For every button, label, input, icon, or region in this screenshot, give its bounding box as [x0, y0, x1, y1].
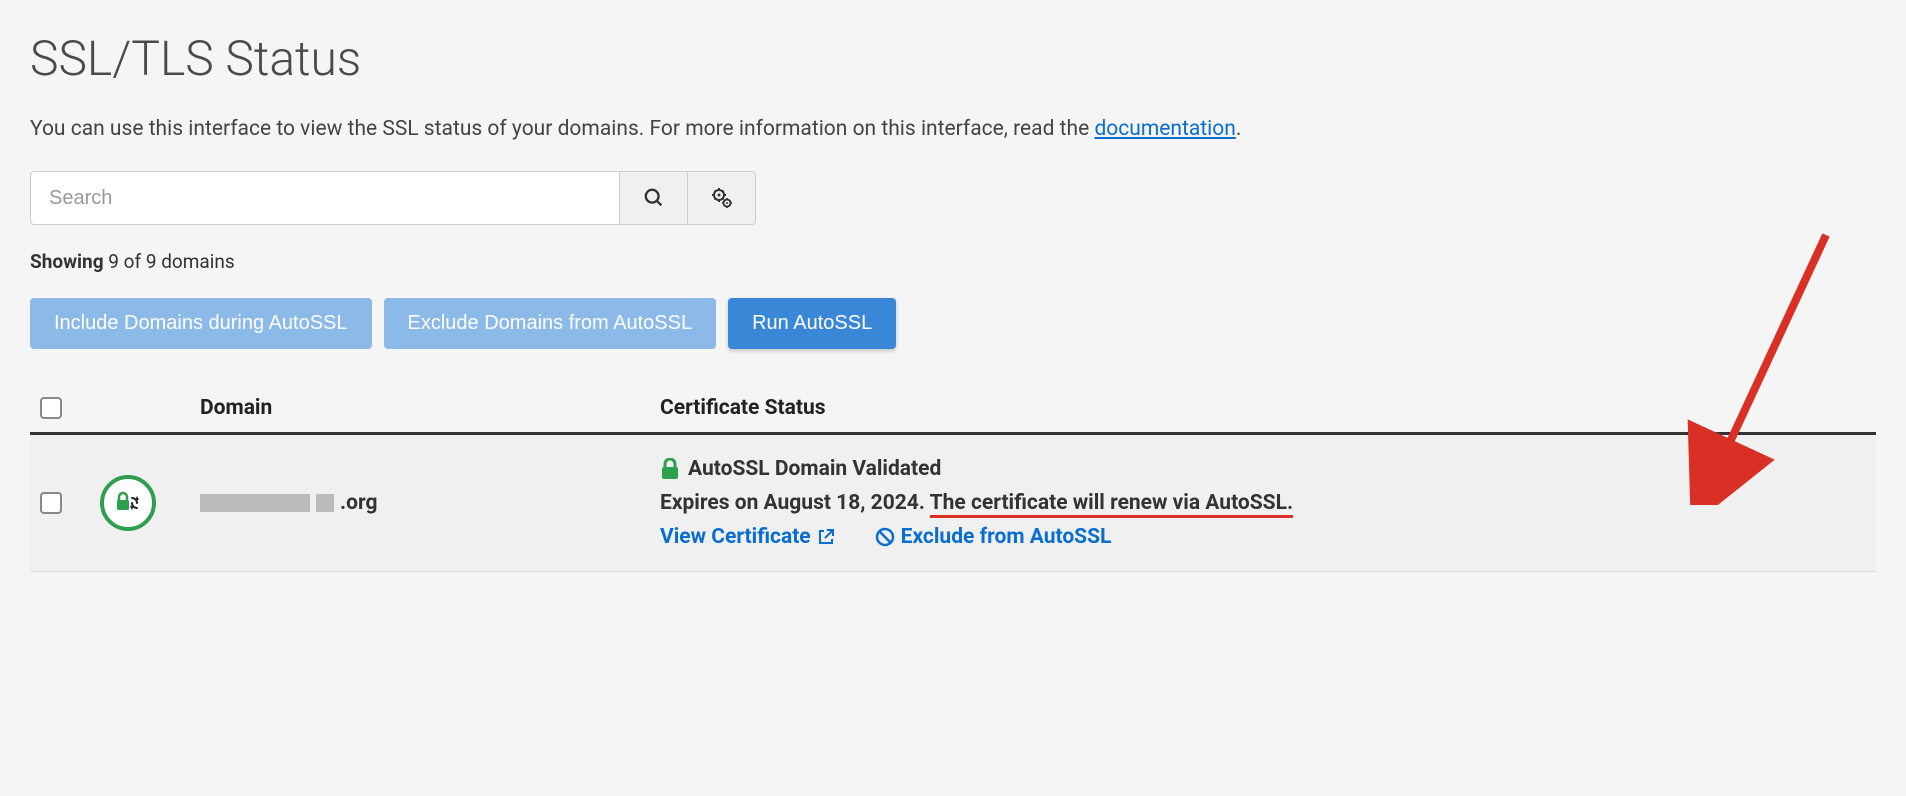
status-header: Certificate Status	[660, 396, 1866, 420]
table-header: Domain Certificate Status	[30, 384, 1876, 435]
include-domains-button[interactable]: Include Domains during AutoSSL	[30, 298, 372, 349]
redacted-domain-part	[200, 494, 310, 512]
prohibit-icon	[875, 527, 895, 547]
search-row	[30, 171, 1876, 225]
status-title: AutoSSL Domain Validated	[688, 457, 941, 481]
description-text: You can use this interface to view the S…	[30, 117, 1094, 141]
expires-text: Expires on August 18, 2024.	[660, 491, 930, 515]
redacted-domain-part	[316, 494, 334, 512]
button-row: Include Domains during AutoSSL Exclude D…	[30, 298, 1876, 349]
documentation-link[interactable]: documentation	[1094, 117, 1235, 141]
showing-text: Showing 9 of 9 domains	[30, 250, 1876, 273]
exclude-domains-button[interactable]: Exclude Domains from AutoSSL	[384, 298, 717, 349]
search-input[interactable]	[30, 171, 620, 225]
select-all-checkbox[interactable]	[40, 397, 62, 419]
search-button[interactable]	[620, 171, 688, 225]
lock-icon	[660, 458, 680, 480]
ssl-status-icon	[100, 475, 156, 531]
settings-button[interactable]	[688, 171, 756, 225]
view-certificate-label: View Certificate	[660, 525, 811, 549]
showing-count: 9 of 9 domains	[108, 250, 234, 273]
search-icon	[643, 187, 665, 209]
page-description: You can use this interface to view the S…	[30, 117, 1876, 141]
table-row: .org AutoSSL Domain Validated Expires on…	[30, 435, 1876, 572]
gear-icon	[710, 186, 734, 210]
page-title: SSL/TLS Status	[30, 30, 1876, 87]
exclude-from-autossl-link[interactable]: Exclude from AutoSSL	[875, 525, 1112, 549]
description-text-post: .	[1236, 117, 1242, 141]
exclude-label: Exclude from AutoSSL	[901, 525, 1112, 549]
view-certificate-link[interactable]: View Certificate	[660, 525, 835, 549]
showing-label: Showing	[30, 250, 104, 273]
domain-header: Domain	[200, 396, 660, 420]
domain-suffix: .org	[340, 491, 377, 515]
domain-name: .org	[200, 491, 660, 515]
renew-text: The certificate will renew via AutoSSL.	[930, 491, 1293, 518]
external-link-icon	[817, 528, 835, 546]
certificate-status: AutoSSL Domain Validated Expires on Augu…	[660, 457, 1866, 549]
run-autossl-button[interactable]: Run AutoSSL	[728, 298, 896, 349]
row-checkbox[interactable]	[40, 492, 62, 514]
